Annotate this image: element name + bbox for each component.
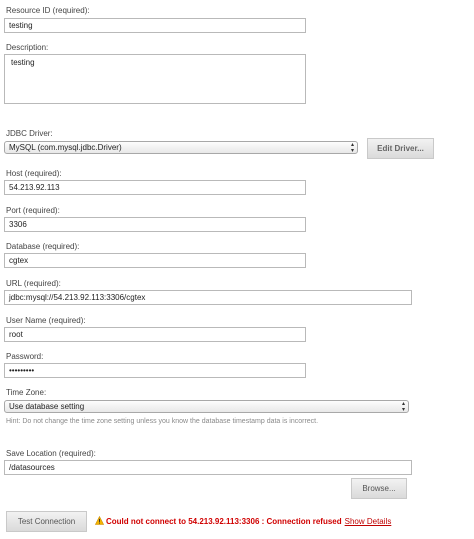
- save-location-input[interactable]: /datasources: [4, 460, 412, 475]
- user-name-input[interactable]: root: [4, 327, 306, 342]
- host-label: Host (required):: [6, 169, 62, 178]
- browse-button[interactable]: Browse...: [351, 478, 407, 499]
- resource-id-label: Resource ID (required):: [6, 6, 90, 15]
- save-location-label: Save Location (required):: [6, 449, 96, 458]
- select-arrows-icon: ▴ ▾: [350, 142, 354, 154]
- url-label: URL (required):: [6, 279, 61, 288]
- url-input[interactable]: jdbc:mysql://54.213.92.113:3306/cgtex: [4, 290, 412, 305]
- time-zone-hint: Hint: Do not change the time zone settin…: [6, 418, 319, 425]
- show-details-link[interactable]: Show Details: [345, 517, 392, 526]
- jdbc-driver-select[interactable]: MySQL (com.mysql.jdbc.Driver) ▴ ▾: [4, 141, 358, 154]
- time-zone-value: Use database setting: [9, 402, 85, 411]
- edit-driver-button[interactable]: Edit Driver...: [367, 138, 434, 159]
- host-input[interactable]: 54.213.92.113: [4, 180, 306, 195]
- description-label: Description:: [6, 43, 49, 52]
- jdbc-driver-label: JDBC Driver:: [6, 129, 53, 138]
- test-connection-button[interactable]: Test Connection: [6, 511, 87, 532]
- password-label: Password:: [6, 352, 44, 361]
- connection-status: Could not connect to 54.213.92.113:3306 …: [95, 516, 391, 527]
- select-arrows-icon: ▴ ▾: [401, 401, 405, 413]
- password-input[interactable]: •••••••••: [4, 363, 306, 378]
- port-label: Port (required):: [6, 206, 60, 215]
- description-textarea[interactable]: testing: [4, 54, 306, 104]
- warning-triangle-icon: [95, 516, 104, 525]
- database-label: Database (required):: [6, 242, 80, 251]
- status-message: Could not connect to 54.213.92.113:3306 …: [106, 517, 342, 526]
- user-name-label: User Name (required):: [6, 316, 86, 325]
- time-zone-label: Time Zone:: [6, 388, 47, 397]
- jdbc-driver-value: MySQL (com.mysql.jdbc.Driver): [9, 143, 122, 152]
- database-input[interactable]: cgtex: [4, 253, 306, 268]
- time-zone-select[interactable]: Use database setting ▴ ▾: [4, 400, 409, 413]
- port-input[interactable]: 3306: [4, 217, 306, 232]
- resource-id-input[interactable]: testing: [4, 18, 306, 33]
